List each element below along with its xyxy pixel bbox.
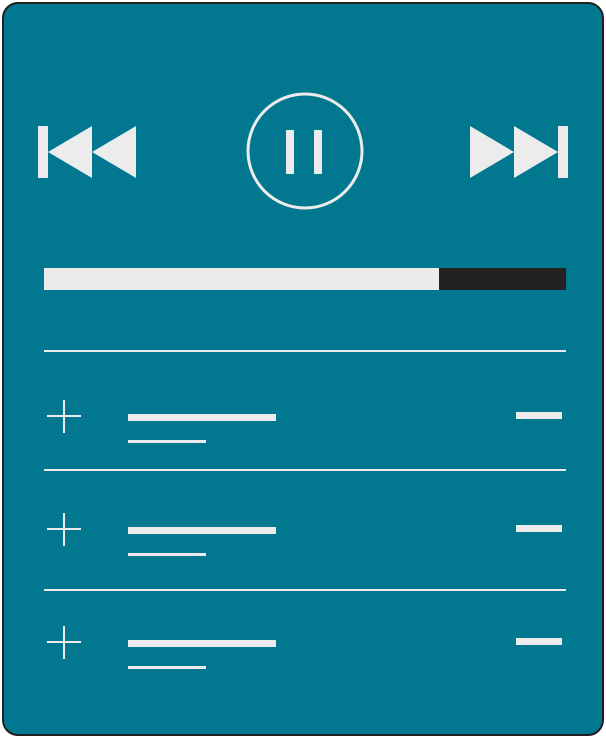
track-subtitle-placeholder bbox=[128, 666, 206, 669]
next-track-button[interactable] bbox=[470, 124, 570, 180]
progress-bar[interactable] bbox=[44, 268, 566, 290]
track-title-placeholder bbox=[128, 640, 276, 647]
divider bbox=[44, 350, 566, 352]
previous-track-button[interactable] bbox=[38, 124, 138, 180]
divider bbox=[44, 589, 566, 591]
add-button[interactable] bbox=[46, 513, 82, 549]
remove-button[interactable] bbox=[514, 411, 562, 421]
plus-icon bbox=[47, 513, 81, 546]
add-button[interactable] bbox=[46, 626, 82, 662]
track-title-placeholder bbox=[128, 414, 276, 421]
pause-button[interactable] bbox=[244, 90, 366, 212]
track-title-placeholder bbox=[128, 527, 276, 534]
playlist-item bbox=[4, 400, 606, 460]
media-player bbox=[2, 2, 604, 736]
remove-button[interactable] bbox=[514, 524, 562, 534]
track-subtitle-placeholder bbox=[128, 553, 206, 556]
plus-icon bbox=[47, 626, 81, 659]
remove-button[interactable] bbox=[514, 637, 562, 647]
playlist-item bbox=[4, 626, 606, 686]
progress-bar-fill bbox=[44, 268, 439, 290]
plus-icon bbox=[47, 400, 81, 433]
fast-forward-icon bbox=[470, 126, 568, 178]
divider bbox=[44, 469, 566, 471]
add-button[interactable] bbox=[46, 400, 82, 436]
pause-icon bbox=[246, 92, 364, 210]
track-subtitle-placeholder bbox=[128, 440, 206, 443]
rewind-icon bbox=[38, 126, 136, 178]
playlist-item bbox=[4, 513, 606, 573]
